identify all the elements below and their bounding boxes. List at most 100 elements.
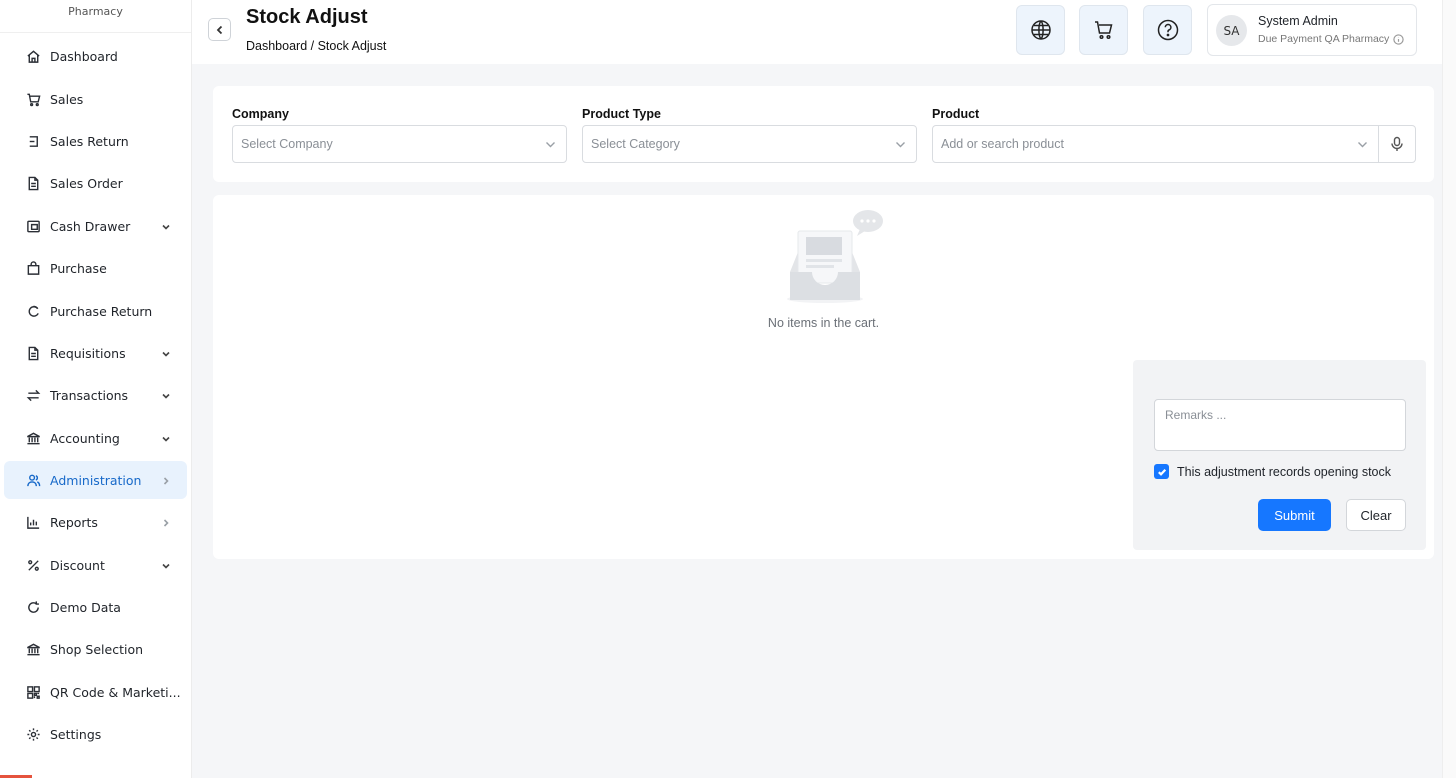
sidebar-item-label: Sales Order [50, 175, 123, 191]
sidebar-item-administration[interactable]: Administration [4, 461, 187, 499]
cart-icon [24, 90, 42, 108]
chevron-down-icon[interactable] [161, 560, 171, 570]
chevron-down-icon [895, 139, 906, 150]
product-type-label: Product Type [582, 107, 661, 121]
drawer-icon [24, 217, 42, 235]
sidebar-item-qr-code-marketing[interactable]: QR Code & Marketi... [4, 673, 187, 711]
reload-icon [24, 598, 42, 616]
sidebar-item-dashboard[interactable]: Dashboard [4, 37, 187, 75]
filter-card: Company Select Company Product Type Sele… [213, 86, 1434, 182]
chevron-left-icon [216, 25, 222, 34]
sidebar-item-requisitions[interactable]: Requisitions [4, 334, 187, 372]
product-type-select[interactable]: Select Category [582, 125, 917, 163]
sidebar-item-label: Purchase Return [50, 303, 153, 319]
sidebar-item-label: Discount [50, 557, 105, 573]
help-icon [1157, 19, 1178, 41]
sidebar-item-sales-return[interactable]: Sales Return [4, 122, 187, 160]
bank-icon [24, 429, 42, 447]
sidebar-item-label: Settings [50, 726, 102, 742]
sidebar-item-cash-drawer[interactable]: Cash Drawer [4, 207, 187, 245]
user-menu[interactable]: SA System Admin Due Payment QA Pharmacy [1207, 4, 1417, 56]
sidebar-item-label: Shop Selection [50, 641, 144, 657]
return-icon [24, 132, 42, 150]
users-icon [24, 471, 42, 489]
swap-icon [24, 386, 42, 404]
sidebar-item-label: Cash Drawer [50, 218, 131, 234]
sidebar-item-label: Purchase [50, 260, 107, 276]
sidebar-item-shop-selection[interactable]: Shop Selection [4, 630, 187, 668]
cart-card: No items in the cart. This adjustment re… [213, 195, 1434, 559]
qr-icon [24, 683, 42, 701]
user-shop-name: Due Payment QA Pharmacy [1258, 33, 1390, 45]
sidebar-item-sales-order[interactable]: Sales Order [4, 164, 187, 202]
document-icon [24, 174, 42, 192]
user-subtitle: Due Payment QA Pharmacy [1258, 33, 1404, 45]
sidebar-item-transactions[interactable]: Transactions [4, 376, 187, 414]
sidebar-item-settings[interactable]: Settings [4, 715, 187, 753]
sidebar-item-discount[interactable]: Discount [4, 546, 187, 584]
sidebar-item-purchase[interactable]: Purchase [4, 249, 187, 287]
breadcrumb: Dashboard / Stock Adjust [246, 39, 387, 53]
opening-stock-checkbox[interactable] [1154, 464, 1169, 479]
chevron-down-icon [1357, 139, 1368, 150]
chevron-down-icon[interactable] [161, 348, 171, 358]
page-title: Stock Adjust [246, 6, 368, 28]
empty-inbox-icon [787, 210, 883, 303]
sidebar-item-label: Requisitions [50, 345, 126, 361]
bar-chart-icon [24, 513, 42, 531]
cart-button[interactable] [1079, 5, 1128, 55]
chevron-down-icon[interactable] [161, 221, 171, 231]
product-label: Product [932, 107, 980, 121]
adjustment-panel: This adjustment records opening stock Su… [1133, 360, 1426, 550]
opening-stock-option[interactable]: This adjustment records opening stock [1154, 464, 1391, 479]
checkmark-icon [1157, 468, 1166, 476]
company-select[interactable]: Select Company [232, 125, 567, 163]
window-scrollbar[interactable] [1442, 0, 1456, 778]
bank-icon [24, 640, 42, 658]
cart-icon [1094, 21, 1112, 40]
sidebar-item-label: Sales Return [50, 133, 129, 149]
brand-name: Pharmacy [0, 0, 191, 33]
submit-button[interactable]: Submit [1258, 499, 1331, 531]
percent-icon [24, 556, 42, 574]
sidebar-item-accounting[interactable]: Accounting [4, 419, 187, 457]
sidebar-item-label: Reports [50, 514, 98, 530]
avatar: SA [1216, 15, 1247, 46]
sidebar-item-label: Dashboard [50, 48, 118, 64]
sidebar-item-label: Administration [50, 472, 142, 488]
bag-icon [24, 259, 42, 277]
remarks-textarea[interactable] [1154, 399, 1406, 451]
language-button[interactable] [1016, 5, 1065, 55]
voice-search-button[interactable] [1378, 125, 1416, 163]
product-type-placeholder: Select Category [591, 137, 680, 151]
product-placeholder: Add or search product [941, 137, 1064, 151]
product-search-input[interactable]: Add or search product [932, 125, 1379, 163]
empty-cart-message: No items in the cart. [767, 316, 880, 330]
user-name: System Admin [1258, 14, 1338, 28]
chevron-down-icon[interactable] [161, 390, 171, 400]
sidebar-item-label: QR Code & Marketi... [50, 684, 181, 700]
refresh-icon [24, 302, 42, 320]
globe-icon [1030, 20, 1051, 40]
sidebar-item-label: Transactions [50, 387, 129, 403]
gear-icon [24, 725, 42, 743]
chevron-right-icon[interactable] [161, 475, 171, 485]
sidebar-item-demo-data[interactable]: Demo Data [4, 588, 187, 626]
sidebar-item-label: Demo Data [50, 599, 121, 615]
help-button[interactable] [1143, 5, 1192, 55]
home-icon [24, 47, 42, 65]
chevron-down-icon[interactable] [161, 433, 171, 443]
chevron-down-icon [545, 139, 556, 150]
clear-button[interactable]: Clear [1346, 499, 1406, 531]
microphone-icon [1391, 136, 1403, 151]
document-icon [24, 344, 42, 362]
sidebar-item-purchase-return[interactable]: Purchase Return [4, 292, 187, 330]
back-button[interactable] [208, 18, 231, 41]
chevron-right-icon[interactable] [161, 517, 171, 527]
page-header: Stock Adjust Dashboard / Stock Adjust SA… [192, 0, 1442, 64]
sidebar-item-label: Sales [50, 91, 84, 107]
opening-stock-label: This adjustment records opening stock [1177, 464, 1391, 479]
sidebar-item-reports[interactable]: Reports [4, 503, 187, 541]
sidebar-item-sales[interactable]: Sales [4, 80, 187, 118]
info-icon[interactable] [1393, 33, 1404, 45]
